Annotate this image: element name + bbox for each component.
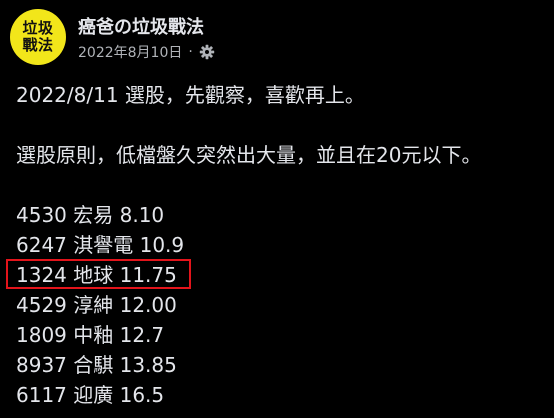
post-meta: 2022年8月10日 ·: [78, 42, 215, 62]
stock-row: 8937 合騏 13.85: [16, 350, 546, 380]
stock-row: 4529 淳紳 12.00: [16, 290, 546, 320]
stock-text: 6247 淇譽電 10.9: [16, 233, 185, 257]
stock-list: 4530 宏易 8.10 6247 淇譽電 10.9 1324 地球 11.75 45…: [6, 200, 546, 410]
stock-text: 4529 淳紳 12.00: [16, 293, 177, 317]
stock-row: 6247 淇譽電 10.9: [16, 230, 546, 260]
stock-row: 1324 地球 11.75: [6, 259, 546, 290]
stock-text: 1324 地球 11.75: [16, 263, 177, 287]
post-paragraph-2: 選股原則，低檔盤久突然出大量，並且在20元以下。: [16, 143, 482, 167]
separator-dot: ·: [188, 44, 193, 60]
gear-icon[interactable]: [199, 44, 215, 60]
post-paragraph-1: 2022/8/11 選股，先觀察，喜歡再上。: [16, 83, 365, 107]
facebook-post: 垃圾戰法 癌爸の垃圾戰法 2022年8月10日 · 2022/8/11 選股，先…: [0, 0, 554, 418]
stock-row: 6117 迎廣 16.5: [16, 380, 546, 410]
post-body: 2022/8/11 選股，先觀察，喜歡再上。 選股原則，低檔盤久突然出大量，並且…: [6, 80, 546, 410]
stock-row: 4530 宏易 8.10: [16, 200, 546, 230]
avatar-text: 垃圾戰法: [22, 19, 54, 54]
stock-text: 1809 中釉 12.7: [16, 323, 165, 347]
stock-text: 4530 宏易 8.10: [16, 203, 165, 227]
page-name-link[interactable]: 癌爸の垃圾戰法: [78, 13, 204, 39]
stock-text: 6117 迎廣 16.5: [16, 383, 165, 407]
stock-text: 8937 合騏 13.85: [16, 353, 177, 377]
post-header: 垃圾戰法 癌爸の垃圾戰法 2022年8月10日 ·: [10, 9, 544, 65]
stock-row: 1809 中釉 12.7: [16, 320, 546, 350]
post-date[interactable]: 2022年8月10日: [78, 42, 182, 62]
avatar[interactable]: 垃圾戰法: [10, 9, 66, 65]
